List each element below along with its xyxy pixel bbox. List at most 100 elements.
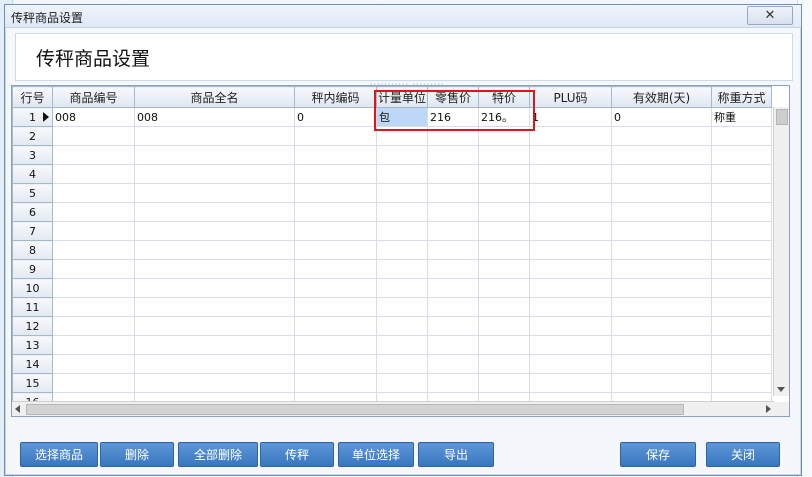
empty-cell[interactable]: [529, 202, 612, 222]
empty-cell[interactable]: [611, 164, 712, 184]
empty-cell[interactable]: [478, 221, 530, 241]
empty-cell[interactable]: [611, 335, 712, 355]
empty-cell[interactable]: [376, 354, 428, 374]
empty-cell[interactable]: [52, 221, 135, 241]
empty-cell[interactable]: [478, 202, 530, 222]
empty-cell[interactable]: [52, 145, 135, 165]
select-product-button[interactable]: 选择商品: [20, 442, 98, 467]
cell-scale-code[interactable]: 0: [294, 107, 377, 127]
empty-cell[interactable]: [376, 183, 428, 203]
empty-cell[interactable]: [52, 316, 135, 336]
row-number-cell[interactable]: 1: [12, 107, 53, 127]
table-row[interactable]: 13: [12, 335, 772, 355]
empty-cell[interactable]: [711, 297, 772, 317]
empty-cell[interactable]: [427, 259, 479, 279]
empty-cell[interactable]: [529, 126, 612, 146]
empty-cell[interactable]: [52, 183, 135, 203]
save-button[interactable]: 保存: [620, 442, 696, 467]
empty-cell[interactable]: [134, 354, 295, 374]
empty-cell[interactable]: [294, 316, 377, 336]
empty-cell[interactable]: [529, 164, 612, 184]
empty-cell[interactable]: [294, 164, 377, 184]
empty-cell[interactable]: [478, 183, 530, 203]
empty-cell[interactable]: [294, 183, 377, 203]
empty-cell[interactable]: [427, 221, 479, 241]
empty-cell[interactable]: [376, 202, 428, 222]
empty-cell[interactable]: [294, 240, 377, 260]
empty-cell[interactable]: [294, 354, 377, 374]
empty-cell[interactable]: [478, 335, 530, 355]
empty-cell[interactable]: [611, 202, 712, 222]
empty-cell[interactable]: [529, 183, 612, 203]
empty-cell[interactable]: [376, 373, 428, 393]
empty-cell[interactable]: [427, 126, 479, 146]
cell-valid-days[interactable]: 0: [611, 107, 712, 127]
empty-cell[interactable]: [711, 164, 772, 184]
empty-cell[interactable]: [52, 297, 135, 317]
empty-cell[interactable]: [294, 278, 377, 298]
close-window-button[interactable]: ✕: [747, 6, 793, 25]
empty-cell[interactable]: [478, 145, 530, 165]
delete-all-button[interactable]: 全部删除: [178, 442, 258, 467]
empty-cell[interactable]: [294, 335, 377, 355]
scroll-right-arrow-icon[interactable]: [766, 405, 771, 413]
row-number[interactable]: 12: [12, 316, 53, 336]
empty-cell[interactable]: [478, 373, 530, 393]
empty-cell[interactable]: [711, 316, 772, 336]
empty-cell[interactable]: [529, 221, 612, 241]
empty-cell[interactable]: [478, 278, 530, 298]
scroll-down-arrow-icon[interactable]: [777, 387, 785, 392]
empty-cell[interactable]: [427, 316, 479, 336]
column-header-unit[interactable]: 计量单位: [376, 86, 428, 108]
horizontal-scroll-thumb[interactable]: [26, 404, 684, 415]
column-header-product-code[interactable]: 商品编号: [52, 86, 135, 108]
table-row[interactable]: 7: [12, 221, 772, 241]
empty-cell[interactable]: [611, 183, 712, 203]
empty-cell[interactable]: [134, 164, 295, 184]
empty-cell[interactable]: [52, 259, 135, 279]
empty-cell[interactable]: [134, 373, 295, 393]
vertical-scrollbar[interactable]: [773, 107, 789, 396]
empty-cell[interactable]: [376, 164, 428, 184]
empty-cell[interactable]: [427, 354, 479, 374]
column-header-scale-code[interactable]: 秤内编码: [294, 86, 377, 108]
empty-cell[interactable]: [529, 240, 612, 260]
empty-cell[interactable]: [376, 259, 428, 279]
table-row[interactable]: 9: [12, 259, 772, 279]
empty-cell[interactable]: [611, 126, 712, 146]
empty-cell[interactable]: [134, 145, 295, 165]
empty-cell[interactable]: [478, 126, 530, 146]
export-button[interactable]: 导出: [418, 442, 494, 467]
empty-cell[interactable]: [711, 259, 772, 279]
send-to-scale-button[interactable]: 传秤: [260, 442, 334, 467]
row-number[interactable]: 5: [12, 183, 53, 203]
table-row[interactable]: 11: [12, 297, 772, 317]
empty-cell[interactable]: [711, 221, 772, 241]
table-row[interactable]: 8: [12, 240, 772, 260]
empty-cell[interactable]: [294, 145, 377, 165]
empty-cell[interactable]: [376, 278, 428, 298]
empty-cell[interactable]: [611, 221, 712, 241]
empty-cell[interactable]: [134, 183, 295, 203]
column-header-product-name[interactable]: 商品全名: [134, 86, 295, 108]
empty-cell[interactable]: [294, 221, 377, 241]
empty-cell[interactable]: [134, 335, 295, 355]
empty-cell[interactable]: [711, 373, 772, 393]
table-row[interactable]: 10: [12, 278, 772, 298]
empty-cell[interactable]: [294, 373, 377, 393]
empty-cell[interactable]: [711, 202, 772, 222]
empty-cell[interactable]: [294, 126, 377, 146]
empty-cell[interactable]: [478, 259, 530, 279]
empty-cell[interactable]: [52, 278, 135, 298]
row-number[interactable]: 10: [12, 278, 53, 298]
empty-cell[interactable]: [427, 202, 479, 222]
empty-cell[interactable]: [711, 335, 772, 355]
empty-cell[interactable]: [427, 297, 479, 317]
row-number[interactable]: 11: [12, 297, 53, 317]
empty-cell[interactable]: [376, 240, 428, 260]
unit-select-button[interactable]: 单位选择: [338, 442, 414, 467]
empty-cell[interactable]: [52, 202, 135, 222]
empty-cell[interactable]: [134, 126, 295, 146]
empty-cell[interactable]: [376, 126, 428, 146]
empty-cell[interactable]: [529, 354, 612, 374]
